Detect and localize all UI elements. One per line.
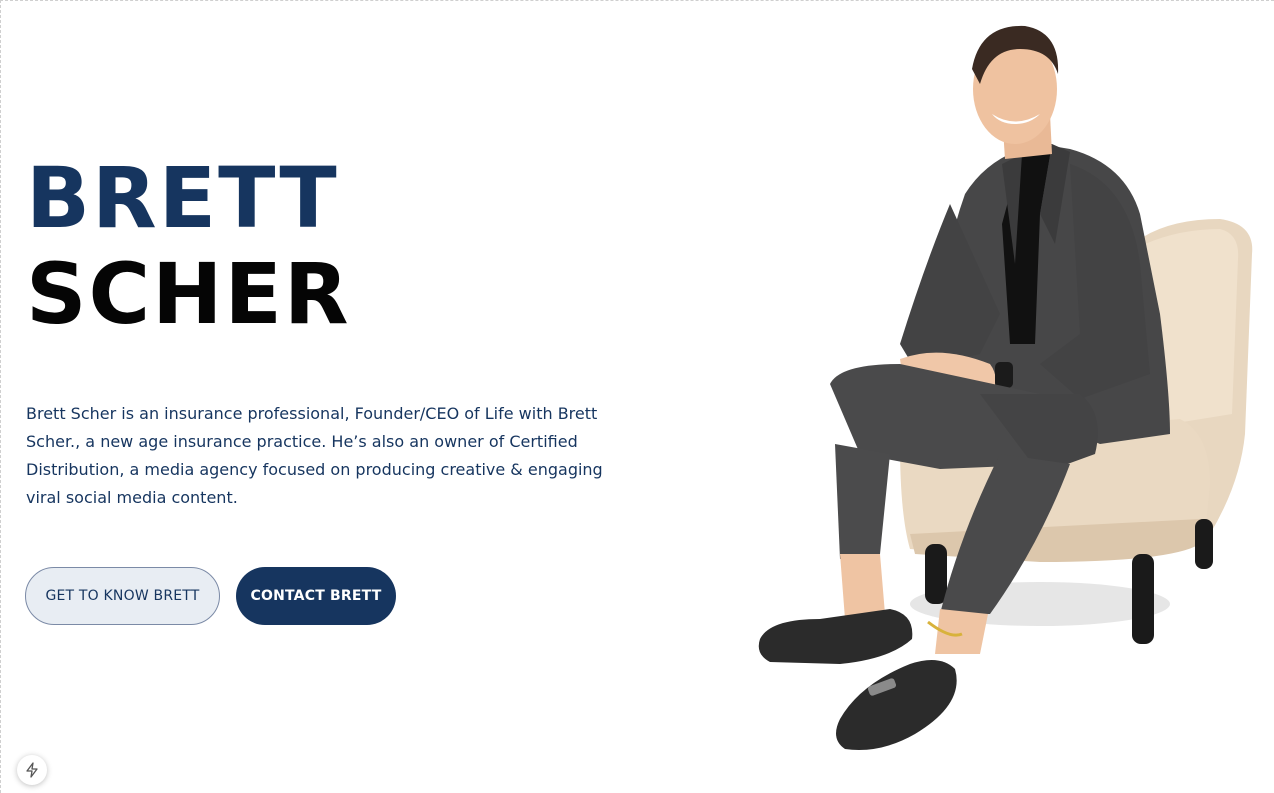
- first-name: BRETT: [26, 149, 339, 247]
- lightning-bolt-icon: [26, 762, 38, 778]
- dev-indicator-badge[interactable]: [17, 755, 47, 785]
- portrait-image: [758, 25, 1253, 750]
- bio-paragraph: Brett Scher is an insurance professional…: [26, 404, 603, 507]
- contact-button[interactable]: CONTACT BRETT: [236, 567, 396, 625]
- get-to-know-button[interactable]: GET TO KNOW BRETT: [25, 567, 220, 625]
- last-name: SCHER: [26, 245, 351, 343]
- hero-heading: BRETT SCHER: [26, 150, 626, 342]
